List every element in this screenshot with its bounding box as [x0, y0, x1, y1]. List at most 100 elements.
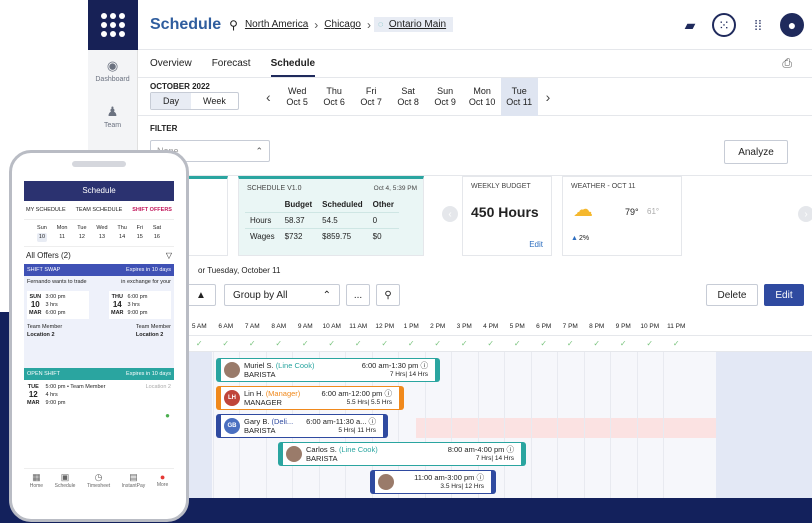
- open-shift-member: • Team Member: [66, 384, 106, 390]
- day-toggle[interactable]: Day: [151, 93, 192, 109]
- menu-grid-icon[interactable]: ⁞⁞: [746, 13, 770, 37]
- accept-icon[interactable]: ●: [165, 411, 170, 420]
- employee-role-tag: (Manager): [265, 389, 301, 398]
- shift-bar[interactable]: GB Gary B. (Deli... BARISTA 6:00 am-11:30 a…: [216, 414, 388, 438]
- weekly-budget-card: WEEKLY BUDGET 450 Hours Edit: [462, 176, 552, 256]
- coverage-check-icon: ✓: [540, 339, 548, 348]
- month-label: OCTOBER 2022: [150, 82, 210, 91]
- phone-day[interactable]: Sat 16: [153, 224, 161, 242]
- col-other: Other: [372, 200, 394, 209]
- day-date: Oct 11: [506, 97, 533, 107]
- top-bar: Schedule ⚲ North America › Chicago › ◌ O…: [138, 0, 812, 50]
- tab-overview[interactable]: Overview: [150, 58, 192, 69]
- shift-bar[interactable]: LH Lin H. (Manager) MANAGER 6:00 am-12:00 p…: [216, 386, 404, 410]
- chevron-right-icon[interactable]: ›: [546, 89, 551, 105]
- breadcrumb-city[interactable]: Chicago: [324, 19, 361, 30]
- phone-day[interactable]: Thu 14: [117, 224, 126, 242]
- shift-day: 14: [112, 300, 122, 309]
- cards-next-button[interactable]: ›: [798, 206, 812, 222]
- phone-day[interactable]: Sun 10: [36, 224, 48, 242]
- home-icon: ▦: [32, 472, 41, 482]
- shift-time-range: 11:00 am-3:00 pm ⓘ: [414, 473, 484, 482]
- bottom-nav-schedule[interactable]: ▣ Schedule: [55, 472, 76, 496]
- phone-day[interactable]: Wed 13: [96, 224, 107, 242]
- user-avatar-icon[interactable]: ●: [780, 13, 804, 37]
- phone-day[interactable]: Tue 12: [77, 224, 86, 242]
- bottom-nav-timesheet[interactable]: ◷ Timesheet: [87, 472, 110, 496]
- search-button[interactable]: ⚲: [376, 284, 400, 306]
- location-pin-icon: ◌: [378, 19, 386, 29]
- bottom-nav-more[interactable]: ● More: [157, 472, 168, 496]
- grid-line: [530, 352, 532, 498]
- shift-time: 6:00 am-11:30 a... ⓘ 5 Hrs| 11 Hrs: [306, 417, 376, 435]
- day-date: Oct 9: [434, 97, 456, 107]
- cards-prev-button[interactable]: ‹: [442, 206, 458, 222]
- main-area: Schedule ⚲ North America › Chicago › ◌ O…: [138, 0, 812, 498]
- swap-offer-card[interactable]: Fernando wants to trade in exchange for …: [24, 276, 174, 368]
- group-by-select[interactable]: Group by All ⌃: [224, 284, 340, 306]
- schedule-summary-table: Budget Scheduled Other Hours 58.37 54.5 0 Wag…: [245, 197, 399, 244]
- week-toggle[interactable]: Week: [191, 93, 238, 109]
- shift-bar[interactable]: 11:00 am-3:00 pm ⓘ 3.5 Hrs| 12 Hrs: [370, 470, 496, 494]
- shift-hours: 7 Hrs| 14 Hrs: [475, 455, 514, 462]
- budget-edit-link[interactable]: Edit: [529, 240, 543, 249]
- swap-expires: Expires in 10 days: [126, 267, 171, 273]
- hour-label: 12 PM: [375, 323, 395, 330]
- avatar: GB: [224, 418, 240, 434]
- phone-tab-team-schedule[interactable]: TEAM SCHEDULE: [76, 207, 123, 213]
- open-shift-card[interactable]: TUE 12 MAR 5:00 pm • Team Member 4 hrs 9:00 …: [24, 380, 174, 440]
- swap-parties: Fernando wants to trade in exchange for …: [27, 279, 171, 285]
- phone-day[interactable]: Mon 11: [57, 224, 68, 242]
- hour-label: 11 PM: [667, 323, 686, 330]
- chat-icon[interactable]: ▰: [678, 13, 702, 37]
- search-icon: ⚲: [384, 289, 392, 301]
- breadcrumb-location[interactable]: ◌ Ontario Main: [374, 17, 454, 32]
- coverage-row: ✓ ✓ ✓ ✓ ✓ ✓ ✓ ✓ ✓ ✓ ✓ ✓ ✓ ✓ ✓ ✓ ✓ ✓ ✓: [186, 336, 812, 352]
- day-cell[interactable]: Thu Oct 6: [316, 78, 353, 116]
- app-logo[interactable]: [88, 0, 138, 50]
- day-cell[interactable]: Mon Oct 10: [464, 78, 501, 116]
- more-button[interactable]: ...: [346, 284, 370, 306]
- delete-button[interactable]: Delete: [706, 284, 758, 306]
- day-cell[interactable]: Wed Oct 5: [279, 78, 316, 116]
- bottom-nav-home[interactable]: ▦ Home: [30, 472, 43, 496]
- day-cell-selected[interactable]: Tue Oct 11: [500, 78, 538, 116]
- bottom-nav-instantpay[interactable]: ▤ InstantPay: [122, 472, 146, 496]
- thumbs-up-button[interactable]: ▲: [186, 284, 216, 306]
- early-zone: [186, 352, 212, 498]
- swap-location-right: Location 2: [135, 332, 164, 338]
- coverage-check-icon: ✓: [354, 339, 362, 348]
- day-cell[interactable]: Sun Oct 9: [427, 78, 464, 116]
- hour-label: 6 AM: [218, 323, 234, 330]
- shift-end: 9:00 pm: [127, 310, 148, 316]
- analyze-button[interactable]: Analyze: [724, 140, 788, 164]
- shift-time: 6:00 am-12:00 pm ⓘ 5.5 Hrs| 5.5 Hrs: [322, 389, 392, 407]
- shift-time-range: 6:00 am-1:30 pm ⓘ: [361, 361, 428, 370]
- cell: $0: [372, 232, 382, 241]
- grid-line: [212, 352, 214, 498]
- nav-item-dashboard[interactable]: ◉ Dashboard: [88, 50, 137, 96]
- print-icon[interactable]: ⎙: [782, 56, 792, 71]
- tab-schedule[interactable]: Schedule: [270, 58, 316, 77]
- edit-button[interactable]: Edit: [764, 284, 804, 306]
- phone-tab-shift-offers[interactable]: SHIFT OFFERS: [132, 207, 172, 213]
- chevron-left-icon[interactable]: ‹: [266, 89, 271, 105]
- weather-title: WEATHER - OCT 11: [571, 183, 636, 190]
- shift-bar[interactable]: Muriel S. (Line Cook) BARISTA 6:00 am-1:30…: [216, 358, 440, 382]
- tab-forecast[interactable]: Forecast: [212, 58, 251, 69]
- nav-item-team[interactable]: ♟ Team: [88, 96, 137, 142]
- phone-day[interactable]: Fri 15: [137, 224, 143, 242]
- shift-timeline: 5 AM 6 AM 7 AM 8 AM 9 AM 10 AM 11 AM 12 PM 1 PM 2…: [186, 318, 812, 498]
- day-cell[interactable]: Fri Oct 7: [353, 78, 390, 116]
- apps-grid-icon[interactable]: ⁙: [712, 13, 736, 37]
- cell: 58.37: [284, 216, 305, 225]
- weather-high: 79°: [625, 207, 639, 217]
- breadcrumb-region[interactable]: North America: [245, 19, 308, 30]
- offers-header: All Offers (2) ▽: [24, 246, 174, 264]
- search-icon[interactable]: ⚲: [229, 18, 238, 32]
- cell: 54.5: [322, 216, 338, 225]
- day-cell[interactable]: Sat Oct 8: [390, 78, 427, 116]
- phone-tab-my-schedule[interactable]: MY SCHEDULE: [26, 207, 66, 213]
- filter-icon[interactable]: ▽: [166, 251, 172, 260]
- shift-bar[interactable]: Carlos S. (Line Cook) BARISTA 8:00 am-4:00…: [278, 442, 526, 466]
